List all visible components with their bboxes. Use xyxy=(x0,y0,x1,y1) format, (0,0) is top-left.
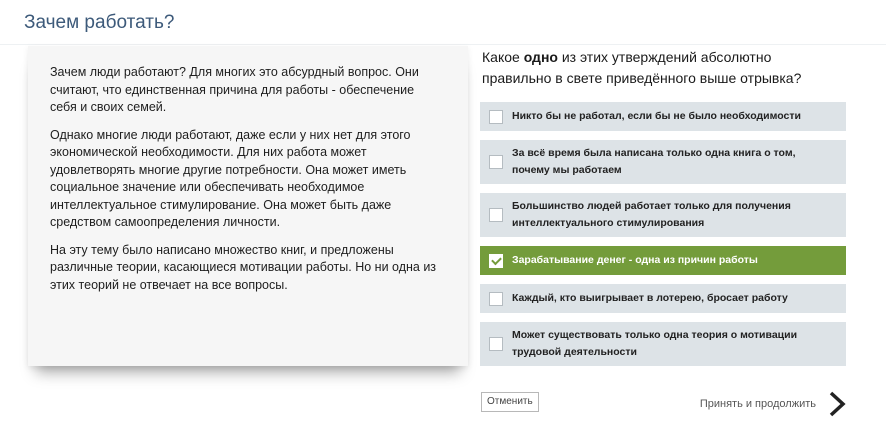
answer-option-1[interactable]: Никто бы не работал, если бы не было нео… xyxy=(480,102,846,131)
checkbox-checked[interactable] xyxy=(489,253,503,268)
question-text: Какое одно из этих утверждений абсолютно… xyxy=(482,47,842,89)
checkbox[interactable] xyxy=(489,155,503,169)
checkmark-icon xyxy=(490,254,502,265)
answer-option-4[interactable]: Зарабатывание денег - одна из причин раб… xyxy=(480,246,846,275)
answer-option-5[interactable]: Каждый, кто выигрывает в лотерею, бросае… xyxy=(480,284,846,313)
checkbox[interactable] xyxy=(489,291,503,306)
continue-label: Принять и продолжить xyxy=(699,398,816,410)
passage-paragraph-1: Зачем люди работают? Для многих это абсу… xyxy=(50,65,419,114)
answer-option-label: Большинство людей работает только для по… xyxy=(512,200,791,229)
answer-option-label: Каждый, кто выигрывает в лотерею, бросае… xyxy=(512,292,788,304)
question-emphasis: одно xyxy=(523,49,558,65)
answer-option-2[interactable]: За всё время была написана только одна к… xyxy=(480,140,846,184)
passage-paragraph-3: На эту тему было написано множество книг… xyxy=(50,242,437,292)
test-page: Зачем работать? Зачем люди работают? Для… xyxy=(0,0,886,422)
checkbox[interactable] xyxy=(489,109,503,124)
passage-card: Зачем люди работают? Для многих это абсу… xyxy=(28,46,468,366)
chevron-right-icon[interactable] xyxy=(826,390,848,418)
passage-paragraph-2: Однако многие люди работают, даже если у… xyxy=(50,127,411,230)
answer-option-label: За всё время была написана только одна к… xyxy=(512,147,796,176)
checkbox[interactable] xyxy=(489,337,503,351)
answer-option-label: Может существовать только одна теория о … xyxy=(512,329,798,358)
checkbox[interactable] xyxy=(489,208,503,222)
answer-option-label: Зарабатывание денег - одна из причин раб… xyxy=(512,254,758,266)
cancel-button[interactable]: Отменить xyxy=(481,392,539,412)
header-divider xyxy=(0,44,886,45)
answer-option-label: Никто бы не работал, если бы не было нео… xyxy=(512,110,801,122)
answer-option-3[interactable]: Большинство людей работает только для по… xyxy=(480,193,846,237)
answer-options: Никто бы не работал, если бы не было нео… xyxy=(480,102,846,375)
question-prefix: Какое xyxy=(482,49,524,65)
continue-button[interactable]: Принять и продолжить xyxy=(700,390,848,418)
page-title: Зачем работать? xyxy=(24,12,175,33)
answer-option-6[interactable]: Может существовать только одна теория о … xyxy=(480,322,846,366)
